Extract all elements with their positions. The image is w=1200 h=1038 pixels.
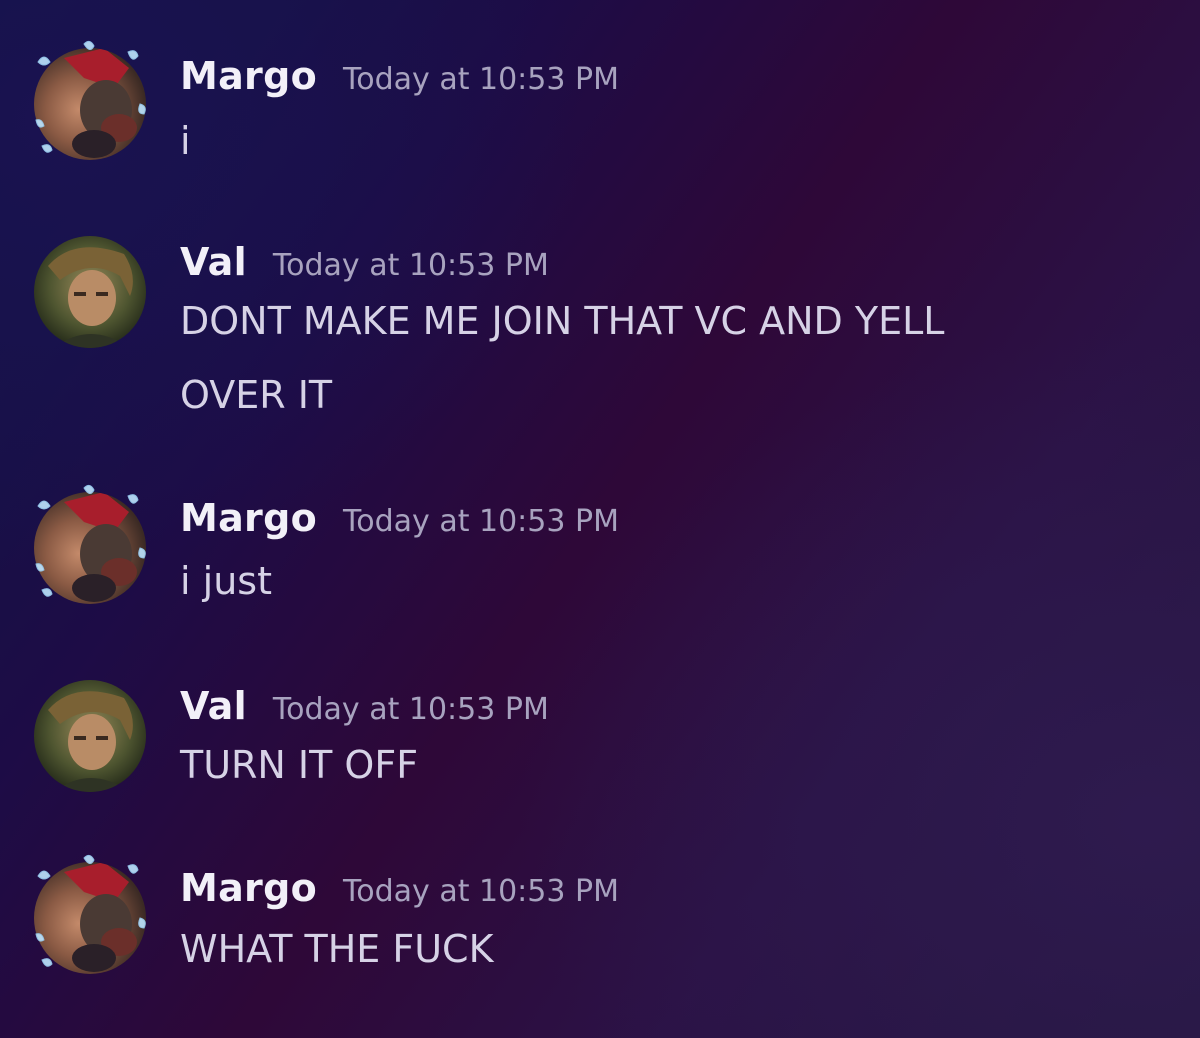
message-item: Margo Today at 10:53 PM WHAT THE FUCK [0,854,1200,992]
val-avatar[interactable] [34,236,146,348]
message-header: Val Today at 10:53 PM [180,684,549,728]
timestamp: Today at 10:53 PM [272,692,549,727]
message-item: Margo Today at 10:53 PM i [0,40,1200,178]
message-line: WHAT THE FUCK [180,927,494,971]
message-item: Val Today at 10:53 PM DONT MAKE ME JOIN … [0,236,1200,436]
message-header: Margo Today at 10:53 PM [180,866,619,910]
butterfly-decoration-icon [28,854,152,978]
val-avatar[interactable] [34,680,146,792]
margo-avatar[interactable] [34,854,146,974]
message-content: i [180,104,1080,178]
username[interactable]: Margo [180,54,317,98]
margo-avatar[interactable] [34,484,146,604]
timestamp: Today at 10:53 PM [272,248,549,283]
username[interactable]: Margo [180,866,317,910]
timestamp: Today at 10:53 PM [343,504,619,539]
message-list: Margo Today at 10:53 PM i Val Today at 1… [0,0,1200,1038]
username[interactable]: Val [180,240,247,284]
message-line: DONT MAKE ME JOIN THAT VC AND YELL [180,299,945,343]
message-line: i just [180,559,272,603]
message-header: Margo Today at 10:53 PM [180,496,619,540]
message-content: WHAT THE FUCK [180,912,1080,986]
username[interactable]: Val [180,684,247,728]
message-header: Margo Today at 10:53 PM [180,54,619,98]
username[interactable]: Margo [180,496,317,540]
message-line: TURN IT OFF [180,743,419,787]
timestamp: Today at 10:53 PM [343,874,619,909]
timestamp: Today at 10:53 PM [343,62,619,97]
message-content: i just [180,544,1080,618]
butterfly-decoration-icon [28,484,152,608]
message-line: i [180,119,191,163]
message-item: Val Today at 10:53 PM TURN IT OFF [0,680,1200,810]
message-content: TURN IT OFF [180,728,1080,802]
message-item: Margo Today at 10:53 PM i just [0,484,1200,622]
message-header: Val Today at 10:53 PM [180,240,549,284]
margo-avatar[interactable] [34,40,146,160]
message-line: OVER IT [180,373,333,417]
message-content: DONT MAKE ME JOIN THAT VC AND YELL OVER … [180,284,1080,432]
butterfly-decoration-icon [28,40,152,164]
